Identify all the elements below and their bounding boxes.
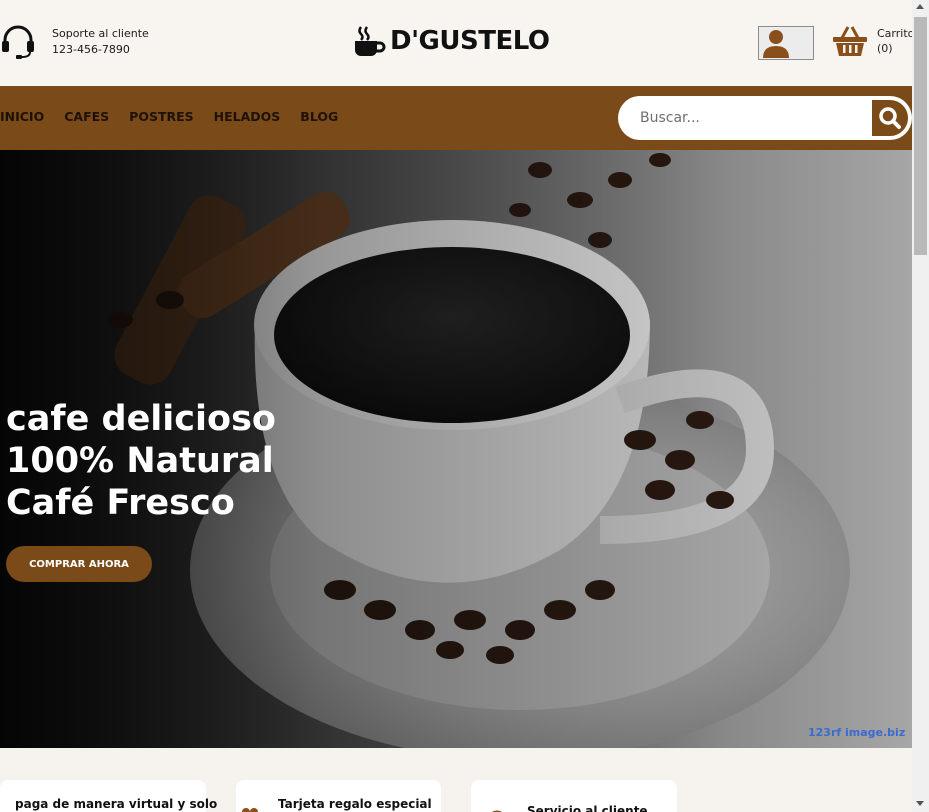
- user-icon: [763, 30, 789, 58]
- hero-line-2: 100% Natural: [6, 441, 274, 481]
- search-box: [618, 96, 912, 140]
- scroll-up-arrow-icon[interactable]: [916, 4, 924, 9]
- image-watermark: 123rf image.biz: [808, 726, 906, 739]
- feature-label: Tarjeta regalo especial: [278, 797, 432, 811]
- hero-line-3: Café Fresco: [6, 483, 235, 523]
- nav-item-inicio[interactable]: INICIO: [0, 109, 44, 124]
- customer-support: Soporte al cliente 123-456-7890: [0, 24, 149, 60]
- search-button[interactable]: [870, 98, 910, 138]
- feature-card-gift-card: Tarjeta regalo especial: [236, 780, 441, 812]
- scroll-thumb[interactable]: [914, 17, 927, 255]
- brand-name: D'GUSTELO: [390, 26, 550, 56]
- buy-now-button[interactable]: COMPRAR AHORA: [6, 546, 152, 582]
- features-row: paga de manera virtual y solo Tarjeta re…: [0, 748, 912, 812]
- top-header: Soporte al cliente 123-456-7890 D'GUSTEL…: [0, 0, 912, 86]
- feature-card-customer-service: Servicio al cliente: [471, 780, 677, 812]
- gift-icon: [242, 808, 258, 812]
- cart-link[interactable]: Carrito (0): [877, 26, 912, 56]
- page: Soporte al cliente 123-456-7890 D'GUSTEL…: [0, 0, 912, 812]
- feature-label: paga de manera virtual y solo: [15, 797, 218, 811]
- nav-item-cafes[interactable]: CAFES: [64, 109, 109, 124]
- support-label: Soporte al cliente: [52, 27, 149, 40]
- search-icon: [879, 107, 901, 129]
- hero-headline: cafe delicioso 100% Natural Café Fresco: [6, 398, 276, 524]
- cart-label: Carrito: [877, 27, 912, 40]
- nav-links: INICIO CAFES POSTRES HELADOS BLOG: [0, 109, 358, 124]
- hero-banner: cafe delicioso 100% Natural Café Fresco …: [0, 150, 912, 748]
- search-input[interactable]: [618, 96, 868, 140]
- shopping-basket-icon[interactable]: [832, 23, 868, 59]
- coffee-cup-icon: [355, 26, 386, 56]
- feature-label: Servicio al cliente: [527, 804, 648, 812]
- cart-count: (0): [877, 42, 893, 55]
- user-account-button[interactable]: [758, 26, 814, 60]
- hero-line-1: cafe delicioso: [6, 399, 276, 439]
- main-nav: INICIO CAFES POSTRES HELADOS BLOG: [0, 86, 912, 150]
- nav-item-blog[interactable]: BLOG: [300, 109, 338, 124]
- nav-item-postres[interactable]: POSTRES: [129, 109, 193, 124]
- nav-item-helados[interactable]: HELADOS: [214, 109, 281, 124]
- headset-icon: [2, 25, 34, 59]
- brand-logo[interactable]: D'GUSTELO: [352, 24, 550, 58]
- vertical-scrollbar[interactable]: [912, 0, 929, 812]
- support-icon: [492, 810, 502, 812]
- feature-card-virtual-payment: paga de manera virtual y solo: [0, 780, 217, 812]
- scroll-down-arrow-icon[interactable]: [916, 801, 924, 806]
- support-phone[interactable]: 123-456-7890: [52, 42, 149, 58]
